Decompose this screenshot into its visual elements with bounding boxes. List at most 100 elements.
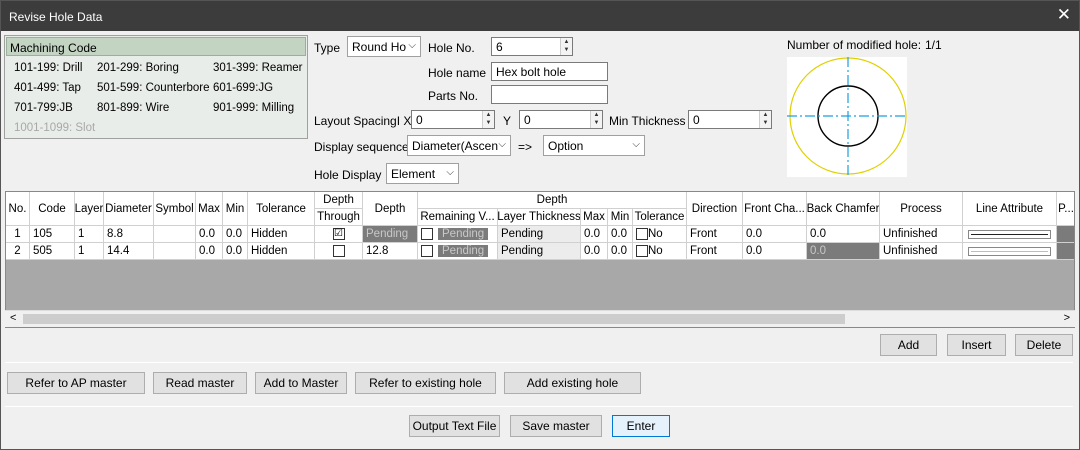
save-master-button[interactable]: Save master — [510, 415, 602, 437]
read-master-button[interactable]: Read master — [153, 372, 247, 394]
min-thickness-input[interactable]: 0 ▲ ▼ — [688, 110, 772, 129]
col-tolerance[interactable]: Tolerance — [248, 192, 315, 226]
col-min[interactable]: Min — [223, 192, 248, 226]
col-layer[interactable]: Layer — [75, 192, 104, 226]
cell-tolerance2[interactable]: No — [633, 243, 687, 260]
cell-max2[interactable]: 0.0 — [581, 226, 608, 243]
y-spinner[interactable]: ▲ ▼ — [590, 111, 602, 128]
col-remaining[interactable]: Remaining V... — [418, 209, 498, 226]
cell-front-chamfer[interactable]: 0.0 — [743, 226, 807, 243]
cell-remaining[interactable]: Pending — [418, 243, 498, 260]
scrollbar-thumb[interactable] — [23, 314, 845, 324]
add-existing-hole-button[interactable]: Add existing hole — [504, 372, 641, 394]
spin-down-icon[interactable]: ▼ — [591, 119, 602, 127]
col-p[interactable]: P... — [1057, 192, 1074, 226]
cell-code[interactable]: 105 — [30, 226, 75, 243]
cell-diameter[interactable]: 14.4 — [104, 243, 154, 260]
cell-code[interactable]: 505 — [30, 243, 75, 260]
add-button[interactable]: Add — [880, 334, 937, 356]
tolerance-checkbox[interactable] — [636, 228, 648, 240]
cell-max2[interactable]: 0.0 — [581, 243, 608, 260]
layout-x-input[interactable]: 0 ▲ ▼ — [411, 110, 495, 129]
col-symbol[interactable]: Symbol — [154, 192, 196, 226]
layout-x-spinner[interactable]: ▲ ▼ — [482, 111, 494, 128]
refer-existing-hole-button[interactable]: Refer to existing hole — [355, 372, 496, 394]
parts-no-input[interactable] — [491, 85, 608, 104]
cell-direction[interactable]: Front — [687, 243, 743, 260]
cell-min2[interactable]: 0.0 — [608, 226, 633, 243]
col-max[interactable]: Max — [196, 192, 223, 226]
col-code[interactable]: Code — [30, 192, 75, 226]
col-line-attribute[interactable]: Line Attribute — [963, 192, 1057, 226]
cell-max[interactable]: 0.0 — [196, 226, 223, 243]
cell-process[interactable]: Unfinished — [880, 226, 963, 243]
display-sequence-select[interactable]: Diameter(Ascen ⌵ — [407, 135, 511, 156]
insert-button[interactable]: Insert — [947, 334, 1006, 356]
col-process[interactable]: Process — [880, 192, 963, 226]
cell-min[interactable]: 0.0 — [223, 226, 248, 243]
col-through[interactable]: Through — [315, 209, 363, 226]
col-direction[interactable]: Direction — [687, 192, 743, 226]
through-checkbox[interactable] — [332, 245, 345, 257]
refer-ap-master-button[interactable]: Refer to AP master — [7, 372, 145, 394]
hole-display-select[interactable]: Element ⌵ — [386, 163, 459, 184]
output-text-file-button[interactable]: Output Text File — [409, 415, 500, 437]
cell-layer[interactable]: 1 — [75, 243, 104, 260]
cell-tolerance[interactable]: Hidden — [248, 226, 315, 243]
cell-depth[interactable]: 12.8 — [363, 243, 418, 260]
cell-through[interactable]: ☑ — [315, 226, 363, 243]
cell-layer-thickness[interactable]: Pending — [498, 243, 581, 260]
spin-up-icon[interactable]: ▲ — [760, 111, 771, 119]
cell-layer[interactable]: 1 — [75, 226, 104, 243]
spin-up-icon[interactable]: ▲ — [483, 111, 494, 119]
cell-through[interactable] — [315, 243, 363, 260]
cell-back-chamfer[interactable]: 0.0 — [807, 226, 880, 243]
cell-tolerance[interactable]: Hidden — [248, 243, 315, 260]
enter-button[interactable]: Enter — [612, 415, 670, 437]
spin-down-icon[interactable]: ▼ — [483, 119, 494, 127]
horizontal-scrollbar[interactable]: < > — [5, 310, 1075, 327]
col-no[interactable]: No. — [6, 192, 30, 226]
hole-no-spinner[interactable]: ▲ ▼ — [560, 38, 572, 55]
cell-layer-thickness[interactable]: Pending — [498, 226, 581, 243]
table-row[interactable]: 1 105 1 8.8 0.0 0.0 Hidden ☑ Pending Pen… — [6, 226, 1074, 243]
type-select[interactable]: Round Ho ⌵ — [347, 36, 421, 57]
col-min2[interactable]: Min — [608, 209, 633, 226]
col-back-chamfer[interactable]: Back Chamfer — [807, 192, 880, 226]
cell-min[interactable]: 0.0 — [223, 243, 248, 260]
spin-up-icon[interactable]: ▲ — [591, 111, 602, 119]
cell-min2[interactable]: 0.0 — [608, 243, 633, 260]
remaining-checkbox[interactable] — [421, 245, 433, 257]
delete-button[interactable]: Delete — [1015, 334, 1073, 356]
option-select[interactable]: Option ⌵ — [543, 135, 645, 156]
y-input[interactable]: 0 ▲ ▼ — [519, 110, 603, 129]
cell-symbol[interactable] — [154, 226, 196, 243]
col-layer-thickness[interactable]: Layer Thickness — [498, 209, 581, 226]
add-to-master-button[interactable]: Add to Master — [255, 372, 347, 394]
through-checkbox[interactable]: ☑ — [332, 228, 345, 240]
hole-no-input[interactable]: 6 ▲ ▼ — [491, 37, 573, 56]
cell-direction[interactable]: Front — [687, 226, 743, 243]
close-icon[interactable]: ✕ — [1057, 5, 1071, 25]
col-diameter[interactable]: Diameter — [104, 192, 154, 226]
spin-up-icon[interactable]: ▲ — [561, 38, 572, 46]
hole-name-input[interactable]: Hex bolt hole — [491, 62, 608, 81]
remaining-checkbox[interactable] — [421, 228, 433, 240]
col-front-chamfer[interactable]: Front Cha... — [743, 192, 807, 226]
cell-symbol[interactable] — [154, 243, 196, 260]
scroll-left-icon[interactable]: < — [10, 312, 16, 324]
cell-remaining[interactable]: Pending — [418, 226, 498, 243]
col-tolerance2[interactable]: Tolerance — [633, 209, 687, 226]
cell-line-attribute[interactable] — [963, 226, 1057, 243]
spin-down-icon[interactable]: ▼ — [561, 46, 572, 54]
scroll-right-icon[interactable]: > — [1064, 312, 1070, 324]
cell-tolerance2[interactable]: No — [633, 226, 687, 243]
cell-front-chamfer[interactable]: 0.0 — [743, 243, 807, 260]
tolerance-checkbox[interactable] — [636, 245, 648, 257]
col-depth[interactable]: Depth — [363, 192, 418, 226]
cell-line-attribute[interactable] — [963, 243, 1057, 260]
min-thickness-spinner[interactable]: ▲ ▼ — [759, 111, 771, 128]
table-row[interactable]: 2 505 1 14.4 0.0 0.0 Hidden 12.8 Pending… — [6, 243, 1074, 260]
cell-max[interactable]: 0.0 — [196, 243, 223, 260]
cell-diameter[interactable]: 8.8 — [104, 226, 154, 243]
